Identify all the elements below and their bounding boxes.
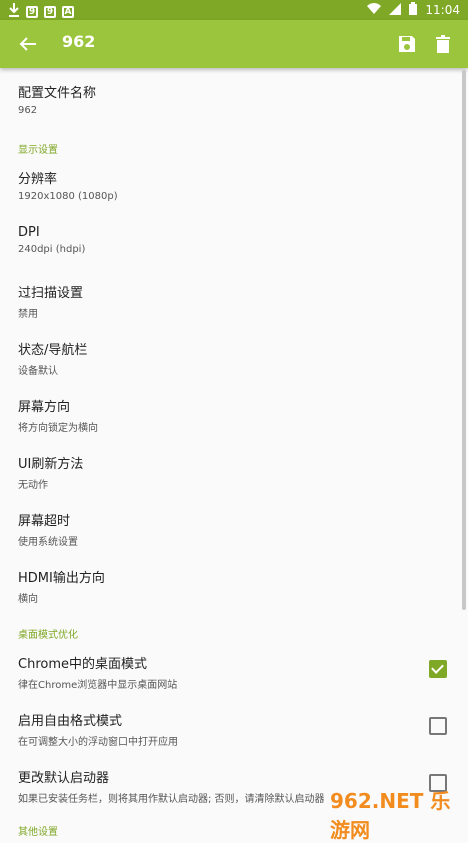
other-section-header: 其他设置: [18, 827, 58, 838]
setting-subtitle: 禁用: [18, 309, 38, 320]
display-section-header: 显示设置: [18, 145, 58, 156]
setting-title: 屏幕方向: [18, 400, 71, 415]
profile-name-setting[interactable]: 配置文件名称 962: [18, 82, 418, 116]
setting-title: 状态/导航栏: [18, 343, 88, 358]
setting-item[interactable]: 过扫描设置 禁用: [18, 282, 418, 320]
status-bar-left-icons: 9 9 A: [8, 2, 74, 21]
setting-item[interactable]: DPI 240dpi (hdpi): [18, 225, 418, 255]
status-time: 11:04: [425, 3, 460, 17]
signal-icon: [389, 2, 402, 18]
setting-item[interactable]: 状态/导航栏 设备默认: [18, 339, 418, 377]
setting-item[interactable]: HDMI输出方向 横向: [18, 567, 418, 605]
setting-subtitle: 横向: [18, 594, 38, 605]
watermark-logo: 962.NET 乐游网: [330, 789, 451, 842]
setting-title: 配置文件名称: [18, 86, 97, 101]
setting-title: 屏幕超时: [18, 514, 71, 529]
setting-subtitle: 将方向锁定为横向: [18, 423, 98, 434]
download-icon: [8, 2, 20, 21]
checkbox-checked[interactable]: [429, 660, 447, 678]
setting-subtitle: 律在Chrome浏览器中显示桌面网站: [18, 680, 178, 691]
setting-subtitle: 使用系统设置: [18, 537, 78, 548]
desktop-section-header: 桌面模式优化: [18, 630, 78, 641]
setting-title: UI刷新方法: [18, 457, 84, 472]
setting-title: 分辨率: [18, 172, 58, 187]
back-arrow-icon[interactable]: [16, 32, 40, 56]
status-bar: 9 9 A 11:04: [0, 0, 468, 20]
setting-subtitle: 962: [18, 105, 38, 116]
toggle-setting-item[interactable]: Chrome中的桌面模式 律在Chrome浏览器中显示桌面网站: [18, 653, 418, 691]
setting-title: Chrome中的桌面模式: [18, 657, 147, 672]
app-icon-9: 9: [26, 5, 38, 18]
app-icon-9: 9: [44, 5, 56, 18]
setting-subtitle: 1920x1080 (1080p): [18, 191, 118, 202]
setting-title: HDMI输出方向: [18, 571, 105, 586]
save-icon[interactable]: [395, 32, 419, 56]
setting-subtitle: 无动作: [18, 480, 48, 491]
page-title: 962: [62, 32, 96, 51]
scrollbar[interactable]: [462, 70, 466, 610]
setting-title: DPI: [18, 225, 40, 240]
app-bar: 962: [0, 20, 468, 68]
setting-subtitle: 设备默认: [18, 366, 58, 377]
wifi-icon: [367, 2, 382, 18]
setting-item[interactable]: UI刷新方法 无动作: [18, 453, 418, 491]
app-icon-a: A: [62, 5, 74, 18]
battery-icon: [409, 2, 418, 18]
setting-title: 过扫描设置: [18, 286, 84, 301]
status-bar-right: 11:04: [367, 2, 460, 18]
delete-icon[interactable]: [431, 32, 455, 56]
setting-title: 启用自由格式模式: [18, 714, 123, 729]
setting-item[interactable]: 屏幕方向 将方向锁定为横向: [18, 396, 418, 434]
setting-title: 更改默认启动器: [18, 771, 110, 786]
setting-item[interactable]: 分辨率 1920x1080 (1080p): [18, 168, 418, 202]
toggle-setting-item[interactable]: 启用自由格式模式 在可调整大小的浮动窗口中打开应用: [18, 710, 418, 748]
setting-item[interactable]: 屏幕超时 使用系统设置: [18, 510, 418, 548]
setting-subtitle: 在可调整大小的浮动窗口中打开应用: [18, 737, 178, 748]
setting-subtitle: 240dpi (hdpi): [18, 244, 86, 255]
checkbox[interactable]: [429, 717, 447, 735]
